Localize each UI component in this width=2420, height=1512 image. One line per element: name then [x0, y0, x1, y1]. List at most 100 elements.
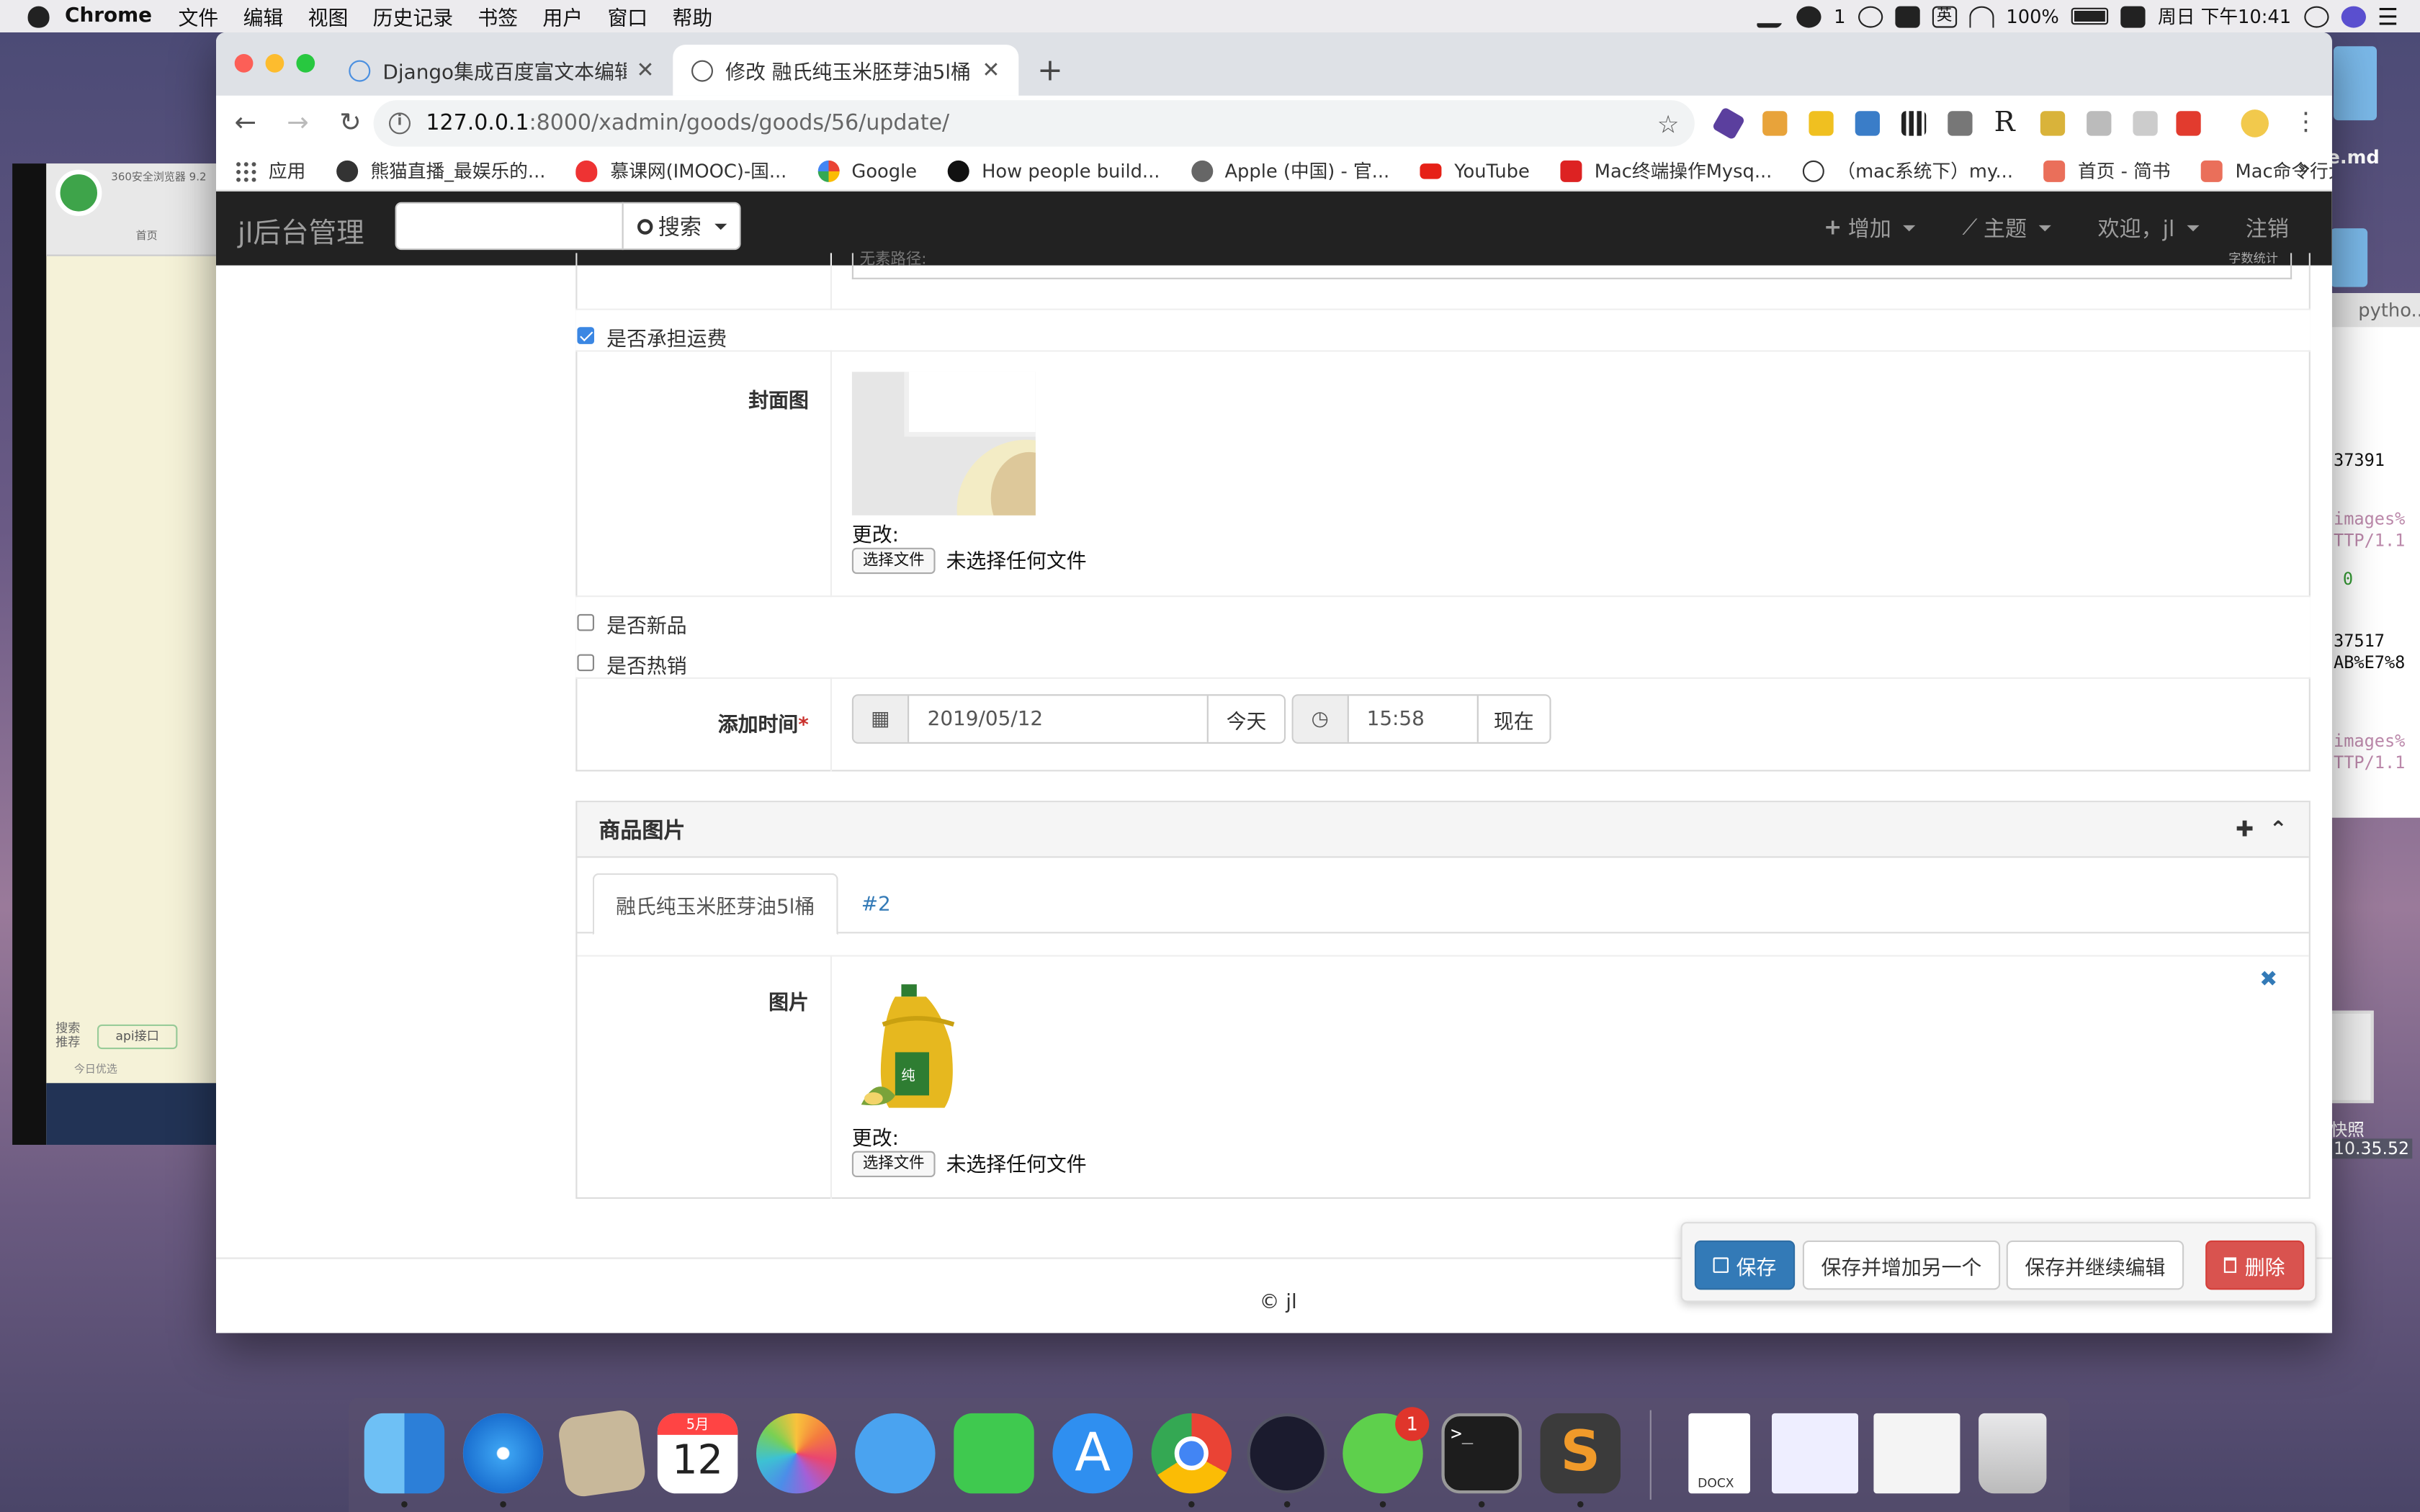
bookmark-panda[interactable]: 熊猫直播_最娱乐的... [336, 158, 545, 184]
remove-inline-icon[interactable]: ✖ [2259, 968, 2277, 992]
forward-icon[interactable]: → [274, 108, 321, 139]
chrome-dock-icon[interactable] [1151, 1413, 1232, 1494]
inline-tab-1[interactable]: 融氏纯玉米胚芽油5l桶 [592, 873, 838, 935]
is-hot-checkbox[interactable] [577, 654, 594, 672]
docx-file-icon[interactable]: DOCX [1688, 1413, 1750, 1494]
nav-add-menu[interactable]: + 增加 [1824, 213, 1917, 244]
finder-icon[interactable] [364, 1413, 445, 1494]
menu-file[interactable]: 文件 [179, 1, 219, 31]
is-new-checkbox[interactable] [577, 613, 594, 631]
profile-avatar-icon[interactable] [2241, 109, 2269, 138]
save-add-another-button[interactable]: 保存并增加另一个 [1802, 1240, 2001, 1290]
s-app-icon[interactable] [2120, 5, 2146, 27]
siri-icon[interactable] [2340, 5, 2366, 27]
extension-hex-icon[interactable] [1711, 107, 1746, 140]
apple-menu-icon[interactable] [27, 5, 50, 27]
ime-icon[interactable]: 英 [1932, 5, 1957, 27]
menu-window[interactable]: 窗口 [607, 1, 647, 31]
reload-icon[interactable]: ↻ [327, 108, 373, 139]
inline-tab-2[interactable]: #2 [840, 873, 913, 935]
sublime-icon[interactable]: S [1540, 1413, 1621, 1494]
pdf-extension-icon[interactable] [2176, 111, 2201, 136]
close-tab-icon[interactable]: ✕ [973, 58, 1000, 82]
chrome-menu-icon[interactable]: ⋮ [2293, 107, 2318, 136]
facetime-icon[interactable] [954, 1413, 1034, 1494]
mic-icon[interactable] [1895, 5, 1920, 27]
clock[interactable]: 周日 下午10:41 [2158, 3, 2291, 29]
menu-history[interactable]: 历史记录 [373, 1, 453, 31]
close-tab-icon[interactable]: ✕ [627, 58, 654, 82]
bookmark-mac-cmd[interactable]: Mac命令行大全及... [2201, 158, 2332, 184]
bookmark-github[interactable]: How people build... [947, 159, 1160, 181]
desktop-file-icon[interactable] [2334, 46, 2377, 121]
today-button[interactable]: 今天 [1207, 696, 1284, 742]
nav-logout[interactable]: 注销 [2246, 213, 2289, 244]
documents-stack-icon[interactable] [1873, 1413, 1960, 1494]
bookmarks-overflow-icon[interactable]: » [2298, 158, 2311, 181]
downloads-stack-icon[interactable] [1772, 1413, 1858, 1494]
back-icon[interactable]: ← [223, 108, 269, 139]
qr-code-icon[interactable] [1901, 111, 1927, 136]
bookmark-mysql[interactable]: Mac终端操作Mysq... [1560, 158, 1772, 184]
qq-icon[interactable] [1857, 5, 1883, 27]
search-button[interactable]: 搜索 [622, 202, 741, 251]
cover-image-thumbnail[interactable] [851, 372, 1036, 516]
mail-stamp-icon[interactable] [556, 1408, 647, 1499]
close-window-button[interactable] [234, 54, 254, 73]
collapse-chevron-icon[interactable]: ⌃ [2269, 818, 2287, 842]
messages-icon[interactable] [855, 1413, 936, 1494]
nav-theme-menu[interactable]: ⟋ 主题 [1962, 213, 2052, 244]
minimize-window-button[interactable] [265, 54, 284, 73]
search-input[interactable] [395, 202, 624, 251]
calendar-icon[interactable]: 5月 12 [657, 1413, 738, 1494]
wechat-icon[interactable] [1796, 5, 1821, 27]
date-input[interactable]: 2019/05/12 [909, 696, 1207, 742]
safari-icon[interactable] [462, 1413, 544, 1494]
menu-bookmarks[interactable]: 书签 [478, 1, 518, 31]
bookmark-jianshu[interactable]: 首页 - 简书 [2043, 158, 2171, 184]
trash-dock-icon[interactable] [1978, 1413, 2047, 1494]
delete-button[interactable]: 删除 [2205, 1240, 2305, 1290]
now-button[interactable]: 现在 [1476, 696, 1550, 742]
bookmark-apps[interactable]: 应用 [234, 158, 305, 184]
extension-book-icon[interactable] [2087, 111, 2112, 136]
tab-edit-goods[interactable]: 修改 融氏纯玉米胚芽油5l桶 | jl后 ✕ [673, 45, 1019, 96]
cover-file-button[interactable]: 选择文件 [851, 547, 936, 575]
address-bar[interactable]: i 127.0.0.1 :8000/xadmin/goods/goods/56/… [373, 100, 1695, 147]
app-store-icon[interactable]: A [1052, 1413, 1133, 1494]
rich-text-editor-footer[interactable]: 无素路径: 字数统计 [851, 252, 2293, 279]
admin-brand[interactable]: jl后台管理 [238, 212, 364, 252]
photos-icon[interactable] [756, 1413, 837, 1494]
infuse-icon[interactable] [1247, 1413, 1327, 1494]
extension-s-icon[interactable] [1855, 111, 1880, 136]
extension-image-icon[interactable] [1762, 111, 1788, 136]
notification-center-icon[interactable]: ☰ [2378, 2, 2398, 30]
menu-edit[interactable]: 编辑 [243, 1, 284, 31]
terminal-icon[interactable]: >_ [1441, 1413, 1522, 1494]
menu-app-name[interactable]: Chrome [65, 4, 152, 27]
image-file-button[interactable]: 选择文件 [851, 1151, 936, 1177]
tab-django-ueditor[interactable]: Django集成百度富文本编辑器uE ✕ [331, 45, 673, 96]
bookmark-mac-my[interactable]: （mac系统下）my... [1803, 158, 2013, 184]
menu-people[interactable]: 用户 [542, 1, 583, 31]
zoom-window-button[interactable] [296, 54, 315, 73]
time-input[interactable]: 15:58 [1348, 696, 1476, 742]
battery-icon[interactable] [2071, 7, 2109, 25]
menu-help[interactable]: 帮助 [672, 1, 712, 31]
info-icon[interactable]: i [389, 112, 411, 135]
save-button[interactable]: 保存 [1694, 1240, 1796, 1290]
extension-feather-icon[interactable] [1948, 111, 1973, 136]
location-arrow-icon[interactable] [1755, 5, 1789, 27]
bookmark-youtube[interactable]: YouTube [1420, 160, 1530, 181]
extension-note-icon[interactable] [2040, 111, 2066, 136]
desktop-folder-icon[interactable] [2330, 228, 2368, 287]
nav-user-menu[interactable]: 欢迎，jl [2098, 213, 2200, 244]
wifi-icon[interactable] [1968, 5, 1994, 27]
add-inline-icon[interactable]: ✚ [2236, 818, 2254, 842]
menu-view[interactable]: 视图 [308, 1, 349, 31]
ship-free-checkbox[interactable] [577, 327, 594, 344]
bookmark-apple[interactable]: Apple (中国) - 官... [1191, 158, 1389, 184]
bookmark-imooc[interactable]: 慕课网(IMOOC)-国... [576, 158, 786, 184]
save-continue-button[interactable]: 保存并继续编辑 [2006, 1240, 2184, 1290]
extension-pen-icon[interactable] [2133, 111, 2158, 136]
